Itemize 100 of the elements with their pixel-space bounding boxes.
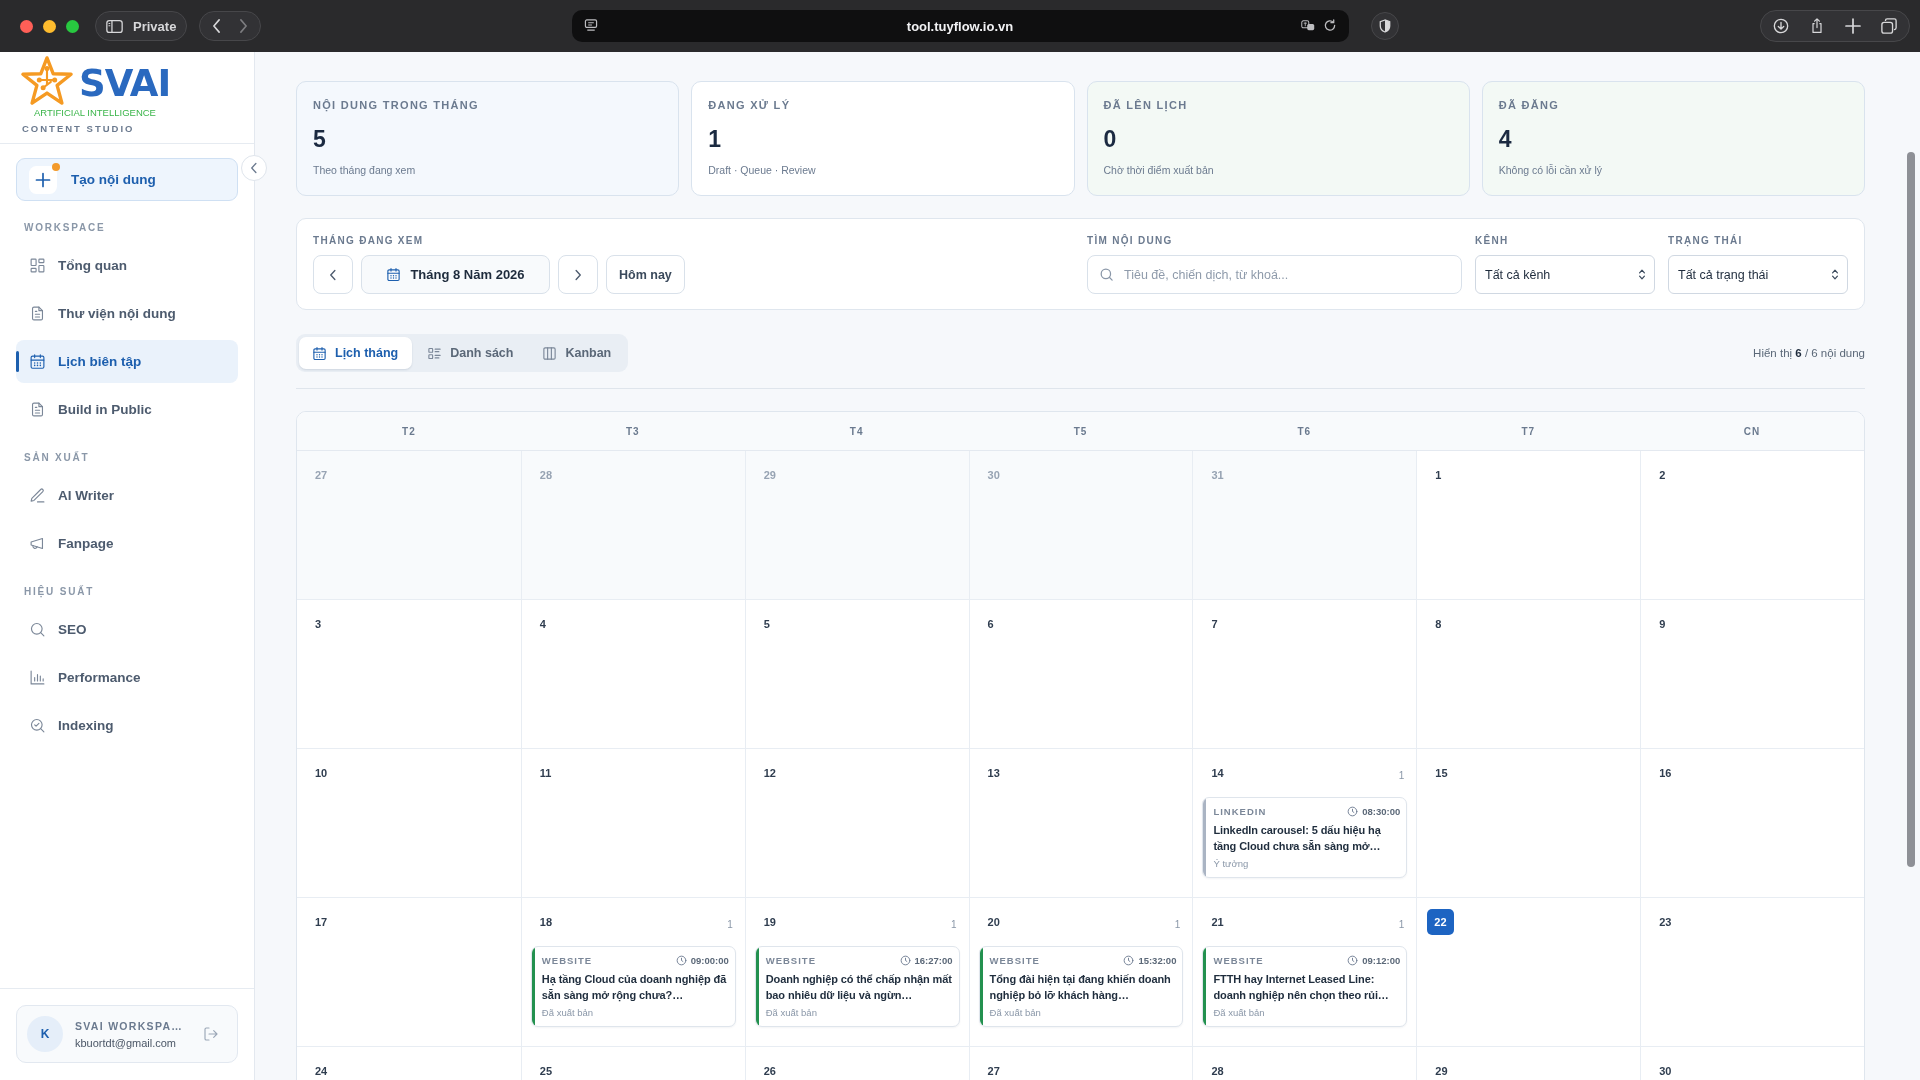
event-title: FTTH hay Internet Leased Line: doanh nghiệp nên chọn theo rủi… xyxy=(1213,972,1390,1003)
nav-item[interactable]: Tổng quan xyxy=(16,244,238,287)
day-cell[interactable]: 8 xyxy=(1416,600,1641,748)
day-number: 3 xyxy=(315,617,322,632)
day-cell[interactable]: 27 xyxy=(968,1047,1193,1080)
day-cell[interactable]: 29 xyxy=(1416,1047,1641,1080)
day-cell[interactable]: 10 xyxy=(297,749,521,897)
view-tab[interactable]: Kanban xyxy=(529,337,626,369)
window-minimize-button[interactable] xyxy=(43,19,56,33)
new-tab-icon[interactable] xyxy=(1845,18,1861,34)
clock-icon xyxy=(1347,805,1359,817)
reload-icon[interactable] xyxy=(1322,19,1337,32)
day-cell[interactable]: 5 xyxy=(744,600,969,748)
day-number: 18 xyxy=(539,915,553,930)
search-icon xyxy=(29,621,46,638)
address-bar[interactable]: tool.tuyflow.io.vn xyxy=(571,10,1349,42)
window-close-button[interactable] xyxy=(20,19,33,33)
grid-icon xyxy=(29,257,46,274)
day-cell[interactable]: 19 1 WEBSITE 16:27:00 Doanh nghiệp có thể chấp nhận mất bao nhiêu dữ liệu và ngừn… Đã xuất bản xyxy=(744,898,969,1046)
back-icon[interactable] xyxy=(212,19,222,33)
event-card[interactable]: WEBSITE 09:12:00 FTTH hay Internet Leased Line: doanh nghiệp nên chọn theo rủi… Đã xuất bản xyxy=(1202,946,1408,1027)
day-cell[interactable]: 16 xyxy=(1640,749,1864,897)
nav-item[interactable]: Build in Public xyxy=(16,388,238,431)
collapse-button[interactable] xyxy=(241,155,267,181)
day-number: 25 xyxy=(539,1064,553,1079)
nav-item[interactable]: SEO xyxy=(16,608,238,651)
download-icon[interactable] xyxy=(1773,18,1789,34)
day-number: 30 xyxy=(1659,1064,1672,1079)
event-channel: WEBSITE xyxy=(989,954,1040,966)
day-cell[interactable]: 30 xyxy=(1640,1047,1864,1080)
nav-item[interactable]: Indexing xyxy=(16,704,238,747)
day-number: 26 xyxy=(763,1064,776,1079)
today-button[interactable]: Hôm nay xyxy=(606,255,685,294)
shield-icon xyxy=(1378,19,1391,33)
user-email: kbuortdt@gmail.com xyxy=(75,1036,177,1049)
day-cell[interactable]: 28 xyxy=(1192,1047,1417,1080)
day-cell[interactable]: 21 1 WEBSITE 09:12:00 FTTH hay Internet Leased Line: doanh nghiệp nên chọn theo rủi… Đã xuất bản xyxy=(1192,898,1417,1046)
day-cell[interactable]: 2 xyxy=(1640,451,1864,599)
month-picker-button[interactable]: Tháng 8 Năm 2026 xyxy=(361,255,550,294)
forward-icon[interactable] xyxy=(239,19,249,33)
event-count: 1 xyxy=(727,918,733,930)
day-cell[interactable]: 1 xyxy=(1416,451,1641,599)
calendar-icon xyxy=(29,353,46,370)
event-channel: WEBSITE xyxy=(765,954,816,966)
day-number: 22 xyxy=(1427,909,1454,935)
stat-value: 0 xyxy=(1103,126,1117,152)
nav-item[interactable]: AI Writer xyxy=(16,474,238,517)
day-cell[interactable]: 14 1 LINKEDIN 08:30:00 LinkedIn carousel: 5 dấu hiệu hạ tầng Cloud chưa sẵn sàng mở… Ý tưởng xyxy=(1192,749,1417,897)
event-card[interactable]: WEBSITE 15:32:00 Tổng đài hiện tại đang khiến doanh nghiệp bỏ lỡ khách hàng… Đã xuất bản xyxy=(978,946,1184,1027)
event-card[interactable]: LINKEDIN 08:30:00 LinkedIn carousel: 5 dấu hiệu hạ tầng Cloud chưa sẵn sàng mở… Ý tưởng xyxy=(1202,797,1408,878)
create-content-button[interactable]: Tạo nội dung xyxy=(16,158,238,201)
status-select[interactable]: Tất cả trạng thái xyxy=(1668,255,1848,294)
view-tab[interactable]: Danh sách xyxy=(414,337,528,369)
day-cell[interactable]: 17 xyxy=(297,898,521,1046)
day-number: 29 xyxy=(1435,1064,1448,1079)
event-card[interactable]: WEBSITE 09:00:00 Hạ tầng Cloud của doanh nghiệp đã sẵn sàng mở rộng chưa?… Đã xuất bản xyxy=(530,946,736,1027)
day-cell[interactable]: 12 xyxy=(744,749,969,897)
day-cell[interactable]: 24 xyxy=(297,1047,521,1080)
day-number: 23 xyxy=(1659,915,1672,930)
bar-chart-icon xyxy=(29,669,46,686)
event-count: 1 xyxy=(1398,918,1405,930)
megaphone-icon xyxy=(29,535,46,552)
day-cell[interactable]: 25 xyxy=(520,1047,745,1080)
day-cell[interactable]: 7 xyxy=(1192,600,1417,748)
search-check-icon xyxy=(29,717,46,734)
day-cell[interactable]: 13 xyxy=(968,749,1193,897)
day-cell[interactable]: 6 xyxy=(968,600,1193,748)
day-cell[interactable]: 4 xyxy=(520,600,745,748)
share-icon[interactable] xyxy=(1809,18,1825,34)
search-field[interactable]: Tiêu đề, chiến dịch, từ khoá... xyxy=(1087,255,1462,294)
window-zoom-button[interactable] xyxy=(66,19,79,33)
field-label: KÊNH xyxy=(1475,235,1509,247)
section-heading: HIỆU SUẤT xyxy=(23,586,96,598)
nav-item[interactable]: Thư viện nội dung xyxy=(16,292,238,335)
day-cell[interactable]: 15 xyxy=(1416,749,1641,897)
scrollbar-thumb[interactable] xyxy=(1907,152,1915,867)
day-cell[interactable]: 3 xyxy=(297,600,521,748)
day-cell[interactable]: 11 xyxy=(520,749,745,897)
stat-value: 4 xyxy=(1498,126,1512,152)
event-card[interactable]: WEBSITE 16:27:00 Doanh nghiệp có thể chấp nhận mất bao nhiêu dữ liệu và ngừn… Đã xuất bản xyxy=(754,946,960,1027)
document-icon xyxy=(29,305,46,322)
nav-item[interactable]: Lịch biên tập xyxy=(16,340,238,383)
event-status: Đã xuất bản xyxy=(765,1007,818,1019)
day-cell[interactable]: 20 1 WEBSITE 15:32:00 Tổng đài hiện tại đang khiến doanh nghiệp bỏ lỡ khách hàng… Đã xuất bản xyxy=(968,898,1193,1046)
translate-icon[interactable] xyxy=(1300,19,1315,32)
view-tab[interactable]: Lịch tháng xyxy=(299,337,413,369)
day-cell[interactable]: 9 xyxy=(1640,600,1864,748)
weekday-label: T5 xyxy=(1073,425,1088,437)
tabs-overview-icon[interactable] xyxy=(1881,18,1897,34)
section-heading: SẢN XUẤT xyxy=(23,452,91,464)
day-cell[interactable]: 23 xyxy=(1640,898,1864,1046)
shield-button[interactable] xyxy=(1370,12,1399,40)
day-cell[interactable]: 22 xyxy=(1416,898,1641,1046)
star-logo-icon xyxy=(20,55,74,107)
channel-select[interactable]: Tất cả kênh xyxy=(1475,255,1655,294)
day-cell[interactable]: 26 xyxy=(744,1047,969,1080)
nav-item[interactable]: Performance xyxy=(16,656,238,699)
day-cell[interactable]: 18 1 WEBSITE 09:00:00 Hạ tầng Cloud của doanh nghiệp đã sẵn sàng mở rộng chưa?… Đã xuất bản xyxy=(520,898,745,1046)
sidebar-button[interactable]: Private xyxy=(95,11,188,41)
nav-item[interactable]: Fanpage xyxy=(16,522,238,565)
